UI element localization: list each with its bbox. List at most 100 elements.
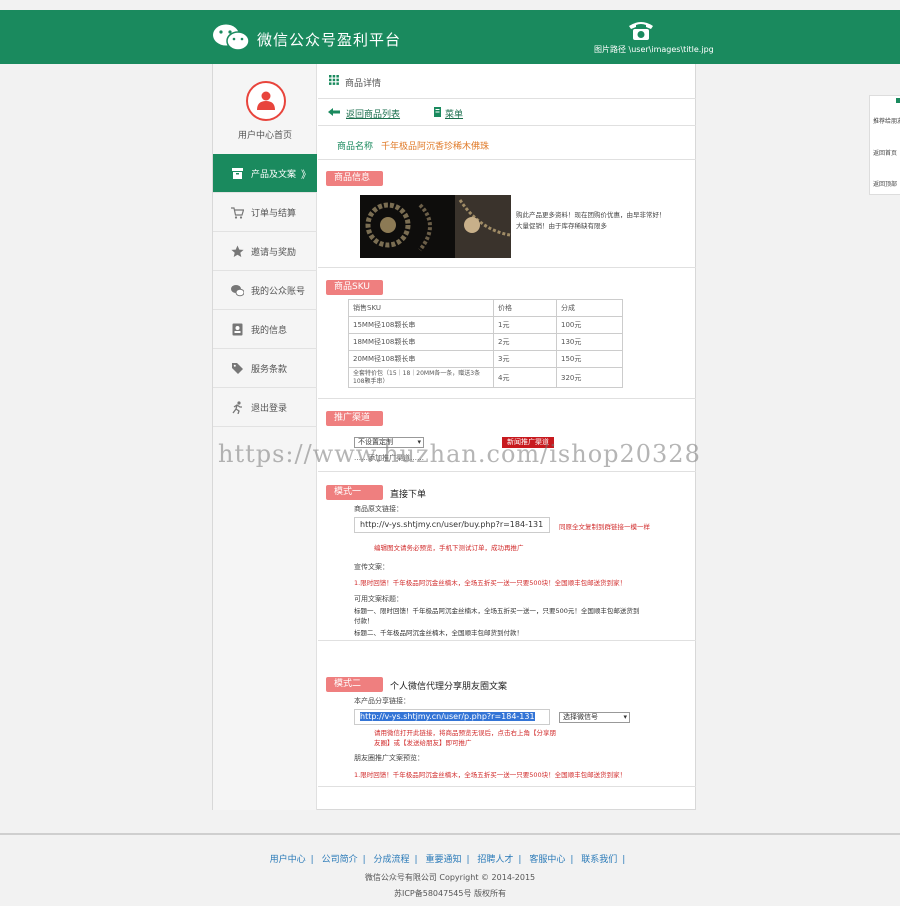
float-panel-item[interactable]: 返回首页 <box>873 148 897 157</box>
sidebar-item-my-info[interactable]: 我的信息 <box>213 310 317 349</box>
floating-side-panel: 推荐给朋友 返回首页 返回顶部 <box>869 95 900 195</box>
document-icon <box>434 107 441 117</box>
sku-table: 销售SKU 价格 分成 15MM径108颗长串 1元 100元 18MM径108… <box>348 299 623 388</box>
telephone-icon <box>629 22 653 40</box>
divider <box>318 98 696 99</box>
title-option-one: 标题一、限时回馈！千年极品阿沉金丝楠木，全场五折买一送一，只要500元！全国顺丰… <box>354 607 640 625</box>
table-cell: 18MM径108颗长串 <box>348 333 494 351</box>
mode-one-title: 直接下单 <box>390 490 427 500</box>
product-name-label: 商品名称 <box>337 142 374 152</box>
sidebar-item-logout[interactable]: 退出登录 <box>213 388 317 427</box>
product-name: 千年极品阿沉香珍稀木佛珠 <box>381 142 490 152</box>
sidebar: 用户中心首页 产品及文案 》 订单与结算 邀请与奖励 我的公众账号 我的信息 服… <box>213 64 317 810</box>
footer-link[interactable]: 重要通知 <box>425 855 461 865</box>
float-panel-item[interactable]: 推荐给朋友 <box>873 116 900 125</box>
sidebar-item-terms[interactable]: 服务条款 <box>213 349 317 388</box>
contact-card-icon <box>232 323 243 336</box>
promo-copy-label: 宣传文案： <box>354 563 389 571</box>
divider <box>318 471 696 472</box>
selected-url-text: http://v-ys.shtjmy.cn/user/p.php?r=184-1… <box>360 712 535 721</box>
divider <box>318 159 696 160</box>
float-panel-item[interactable]: 返回顶部 <box>873 179 897 188</box>
separator: | <box>310 855 314 865</box>
table-row: 全套特价包（15｜18｜20MM各一条，赠送3条108颗手串） 4元 320元 <box>348 367 623 388</box>
wechat-account-select[interactable]: 选择微信号 <box>559 712 630 723</box>
separator: | <box>362 855 366 865</box>
promo-channel-badge: 推广渠道 <box>326 411 383 426</box>
table-cell: 100元 <box>556 316 623 334</box>
grid-icon <box>329 75 339 85</box>
watermark: https://www.huzhan.com/ishop20328 <box>218 440 701 468</box>
footer-link[interactable]: 客服中心 <box>529 855 565 865</box>
sidebar-item-accounts[interactable]: 我的公众账号 <box>213 271 317 310</box>
mode-one-warning: 编辑图文请务必预览，手机下测试订单，成功再推广 <box>374 544 524 552</box>
table-cell: 4元 <box>493 367 557 388</box>
sidebar-item-label: 我的公众账号 <box>251 287 306 297</box>
wechat-logo-icon <box>213 24 250 51</box>
footer-link[interactable]: 招聘人才 <box>477 855 513 865</box>
separator: | <box>622 855 626 865</box>
sidebar-item-label: 邀请与奖励 <box>251 248 297 258</box>
footer-links: 用户中心 | 公司简介 | 分成流程 | 重要通知 | 招聘人才 | 客服中心 | 联系我们… <box>0 852 900 865</box>
mode-two-url-label: 本产品分享链接： <box>354 697 410 705</box>
icp-number: 苏ICP备58047545号 版权所有 <box>393 889 507 898</box>
product-description: 购此产品更多资料！现在团购价优惠，由早非常好！大量促销！由于库存稀缺有限多 <box>516 211 666 230</box>
product-image <box>360 195 511 258</box>
mode-one-url-field[interactable]: http://v-ys.shtjmy.cn/user/buy.php?r=184… <box>354 517 550 533</box>
table-header-row: 销售SKU 价格 分成 <box>348 299 623 317</box>
mode-one-badge: 模式一 <box>326 485 383 500</box>
table-row: 15MM径108颗长串 1元 100元 <box>348 316 623 334</box>
footer-link[interactable]: 分成流程 <box>374 855 410 865</box>
table-cell: 130元 <box>556 333 623 351</box>
mode-two-url-field[interactable]: http://v-ys.shtjmy.cn/user/p.php?r=184-1… <box>354 709 550 725</box>
promo-copy-text: 1.限时回馈！千年极品阿沉金丝楠木，全场五折买一送一只要500块！全国顺丰包邮送… <box>354 579 627 587</box>
main-content: 商品详情 返回商品列表 菜单 商品名称 千年极品阿沉香珍稀木佛珠 商品信息 购此… <box>318 64 696 810</box>
sidebar-item-products[interactable]: 产品及文案 》 <box>213 154 317 193</box>
table-cell: 20MM径108颗长串 <box>348 350 494 368</box>
menu-link[interactable]: 菜单 <box>445 107 463 120</box>
product-sku-badge: 商品SKU <box>326 280 383 295</box>
sidebar-item-invite[interactable]: 邀请与奖励 <box>213 232 317 271</box>
chat-bubble-icon <box>231 285 244 297</box>
mode-two-warning: 请用微信打开此链接，将商品预览无误后，点击右上角【分享朋友圈】或【发送给朋友】即… <box>374 729 556 747</box>
table-cell: 15MM径108颗长串 <box>348 316 494 334</box>
separator: | <box>466 855 470 865</box>
sidebar-item-orders[interactable]: 订单与结算 <box>213 193 317 232</box>
table-cell: 2元 <box>493 333 557 351</box>
table-header-cell: 分成 <box>556 299 623 317</box>
image-path-note: 图片路径 \user\images\title.jpg <box>594 45 714 54</box>
chevron-right-icon: 》 <box>301 170 311 181</box>
footer-divider <box>0 833 900 835</box>
back-to-list-link[interactable]: 返回商品列表 <box>346 107 400 120</box>
footer-link[interactable]: 公司简介 <box>322 855 358 865</box>
table-cell: 全套特价包（15｜18｜20MM各一条，赠送3条108颗手串） <box>348 367 494 388</box>
table-row: 20MM径108颗长串 3元 150元 <box>348 350 623 368</box>
section-title: 商品详情 <box>345 79 382 89</box>
cart-icon <box>231 207 244 219</box>
divider <box>318 267 696 268</box>
table-cell: 320元 <box>556 367 623 388</box>
sidebar-item-label: 退出登录 <box>251 404 288 414</box>
panel-indicator <box>896 98 900 103</box>
mode-one-url-label: 商品原文链接： <box>354 505 403 513</box>
title-option-two: 标题二、千年极品阿沉金丝楠木，全国顺丰包邮货到付款！ <box>354 629 523 637</box>
mode-two-badge: 模式二 <box>326 677 383 692</box>
sidebar-item-label: 订单与结算 <box>251 209 297 219</box>
footer-link[interactable]: 联系我们 <box>581 855 617 865</box>
content-container: 用户中心首页 产品及文案 》 订单与结算 邀请与奖励 我的公众账号 我的信息 服… <box>212 64 696 810</box>
user-center-home-link[interactable]: 用户中心首页 <box>213 128 317 141</box>
box-icon <box>232 168 243 179</box>
star-icon <box>231 245 244 257</box>
tag-icon <box>232 363 243 374</box>
divider <box>318 398 696 399</box>
table-cell: 1元 <box>493 316 557 334</box>
table-row: 18MM径108颗长串 2元 130元 <box>348 333 623 351</box>
product-info-badge: 商品信息 <box>326 171 383 186</box>
site-title: 微信公众号盈利平台 <box>257 31 402 49</box>
footer-link[interactable]: 用户中心 <box>270 855 306 865</box>
table-cell: 3元 <box>493 350 557 368</box>
divider <box>318 640 696 641</box>
moments-copy-label: 朋友圈推广文案预览： <box>354 754 424 762</box>
copy-hint: 同原全文复制到群链接一模一样 <box>559 523 650 531</box>
avatar[interactable] <box>246 81 286 121</box>
